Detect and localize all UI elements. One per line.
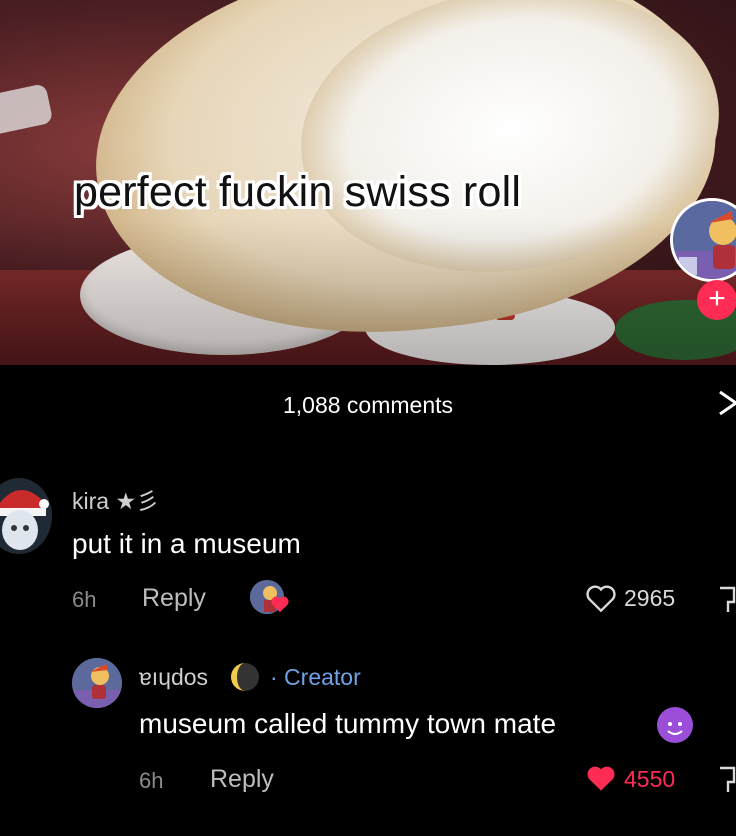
follow-plus-icon[interactable]: + — [697, 280, 736, 320]
video-frame[interactable]: perfect fuckin swiss roll + — [0, 0, 736, 365]
dislike-icon[interactable] — [718, 584, 736, 614]
comments-count: 1,088 comments — [282, 392, 454, 418]
devil-emoji-icon — [657, 707, 693, 743]
comment-username[interactable]: ɐıɥdos — [139, 664, 208, 691]
like-count: 2965 — [624, 585, 676, 611]
comment-text: museum called tummy town mate — [139, 708, 557, 739]
video-caption: perfect fuckin swiss roll — [74, 168, 522, 216]
avatar[interactable] — [72, 658, 122, 708]
dislike-icon[interactable] — [718, 764, 736, 794]
avatar[interactable] — [0, 478, 52, 554]
username-text[interactable]: kira — [72, 488, 109, 514]
moon-emoji-icon — [231, 663, 259, 691]
like-count: 4550 — [624, 766, 676, 792]
comment-text: put it in a museum — [72, 528, 301, 559]
reply-button[interactable]: Reply — [210, 765, 274, 794]
reply-button[interactable]: Reply — [142, 584, 206, 613]
heart-icon[interactable] — [585, 763, 617, 793]
username-suffix: ★彡 — [115, 488, 160, 514]
creator-badge: · Creator — [270, 664, 361, 690]
heart-icon[interactable] — [585, 583, 617, 613]
creator-heart-icon — [271, 596, 289, 613]
comment-time: 6h — [139, 768, 164, 793]
close-icon[interactable] — [718, 388, 736, 424]
comment-time: 6h — [72, 587, 97, 612]
comment-username[interactable]: kira ★彡 — [72, 482, 159, 516]
